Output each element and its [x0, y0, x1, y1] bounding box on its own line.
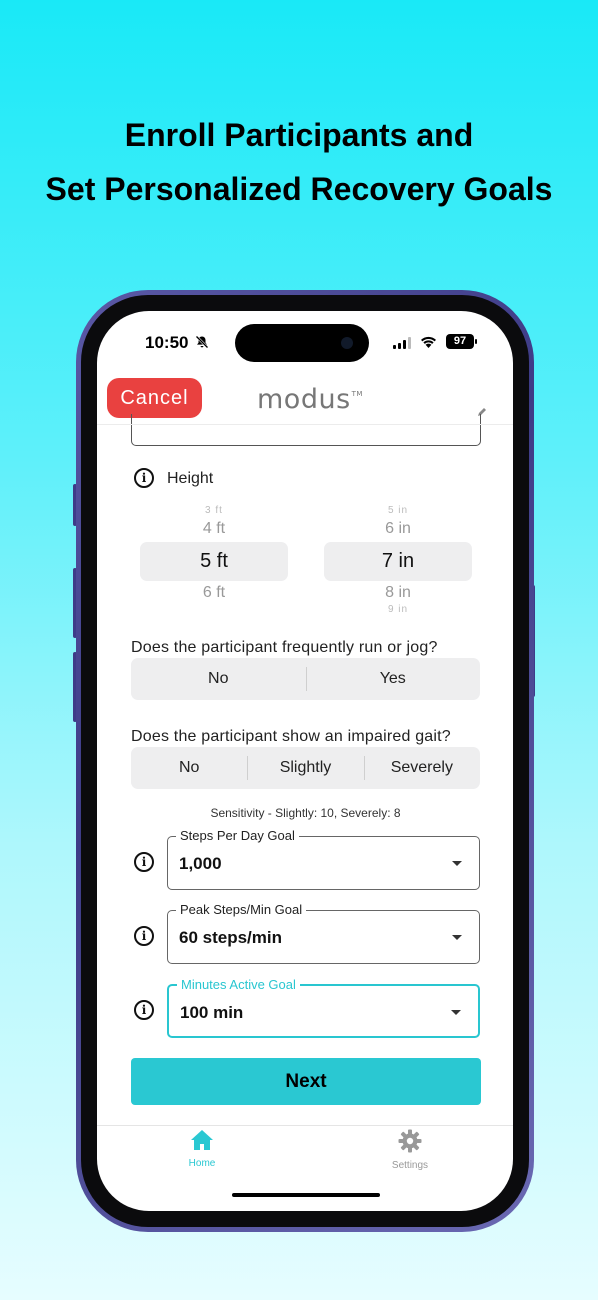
tab-home-label: Home — [188, 1158, 216, 1169]
headline-line-1: Enroll Participants and — [124, 117, 474, 153]
wifi-icon — [421, 336, 436, 348]
info-icon[interactable]: i — [134, 1000, 154, 1020]
inches-option[interactable]: 9 in — [324, 604, 472, 615]
logo-trademark: TM — [351, 390, 363, 398]
feet-option[interactable]: 6 ft — [140, 584, 288, 602]
home-icon — [191, 1130, 213, 1150]
gear-icon — [398, 1129, 422, 1153]
camera-icon — [341, 337, 353, 349]
minutes-active-label: Minutes Active Goal — [177, 977, 300, 992]
dynamic-island — [235, 324, 369, 362]
feet-selected-value[interactable]: 5 ft — [140, 550, 288, 573]
status-time: 10:50 — [145, 333, 189, 352]
gait-option-severely[interactable]: Severely — [363, 747, 480, 789]
bell-slash-icon — [195, 335, 209, 349]
next-button[interactable]: Next — [131, 1058, 481, 1105]
app-screen: 10:50 97 Cancel modusTM i Height 3 ft 4 … — [97, 311, 513, 1211]
gait-option-slightly[interactable]: Slightly — [247, 747, 363, 789]
cell-signal-icon — [393, 337, 411, 349]
inches-option[interactable]: 5 in — [324, 505, 472, 516]
modus-logo: modusTM — [257, 384, 363, 415]
gait-segmented-control: No Slightly Severely — [131, 747, 480, 789]
phone-bezel: 10:50 97 Cancel modusTM i Height 3 ft 4 … — [81, 295, 529, 1227]
logo-text: modus — [257, 384, 351, 415]
tab-settings-label: Settings — [391, 1160, 429, 1171]
caret-down-icon — [452, 935, 462, 940]
minutes-active-value: 100 min — [180, 1003, 244, 1022]
phone-frame: 10:50 97 Cancel modusTM i Height 3 ft 4 … — [76, 290, 534, 1232]
peak-steps-label: Peak Steps/Min Goal — [176, 902, 307, 917]
headline-line-2: Set Personalized Recovery Goals — [45, 171, 553, 207]
sensitivity-note: Sensitivity - Slightly: 10, Severely: 8 — [210, 806, 401, 820]
home-indicator — [232, 1193, 380, 1197]
inches-option[interactable]: 6 in — [324, 520, 472, 538]
headline: Enroll Participants and Set Personalized… — [0, 112, 598, 212]
run-segmented-control: No Yes — [131, 658, 480, 700]
previous-input-field[interactable] — [131, 414, 481, 446]
tab-home[interactable]: Home — [162, 1129, 242, 1169]
info-icon[interactable]: i — [134, 852, 154, 872]
cancel-button[interactable]: Cancel — [107, 378, 202, 418]
battery-indicator: 97 — [446, 334, 477, 349]
peak-steps-dropdown[interactable]: Peak Steps/Min Goal 60 steps/min — [167, 902, 480, 964]
height-label: Height — [167, 470, 214, 487]
gait-question: Does the participant show an impaired ga… — [131, 728, 451, 745]
tab-bar-divider — [97, 1125, 513, 1126]
steps-per-day-label: Steps Per Day Goal — [176, 828, 299, 843]
feet-option[interactable]: 4 ft — [140, 520, 288, 538]
steps-per-day-value: 1,000 — [179, 854, 222, 873]
minutes-active-dropdown[interactable]: Minutes Active Goal 100 min — [167, 977, 480, 1038]
info-icon[interactable]: i — [134, 926, 154, 946]
run-question: Does the participant frequently run or j… — [131, 639, 438, 656]
info-icon[interactable]: i — [134, 468, 154, 488]
header-divider — [97, 424, 513, 425]
inches-option[interactable]: 8 in — [324, 584, 472, 602]
peak-steps-value: 60 steps/min — [179, 928, 282, 947]
tab-settings[interactable]: Settings — [370, 1129, 450, 1171]
inches-selected-value[interactable]: 7 in — [324, 550, 472, 573]
caret-down-icon — [451, 1010, 461, 1015]
feet-option[interactable]: 3 ft — [140, 505, 288, 516]
steps-per-day-dropdown[interactable]: Steps Per Day Goal 1,000 — [167, 828, 480, 890]
caret-down-icon — [452, 861, 462, 866]
run-option-no[interactable]: No — [131, 658, 306, 700]
run-option-yes[interactable]: Yes — [305, 658, 481, 700]
gait-option-no[interactable]: No — [131, 747, 247, 789]
